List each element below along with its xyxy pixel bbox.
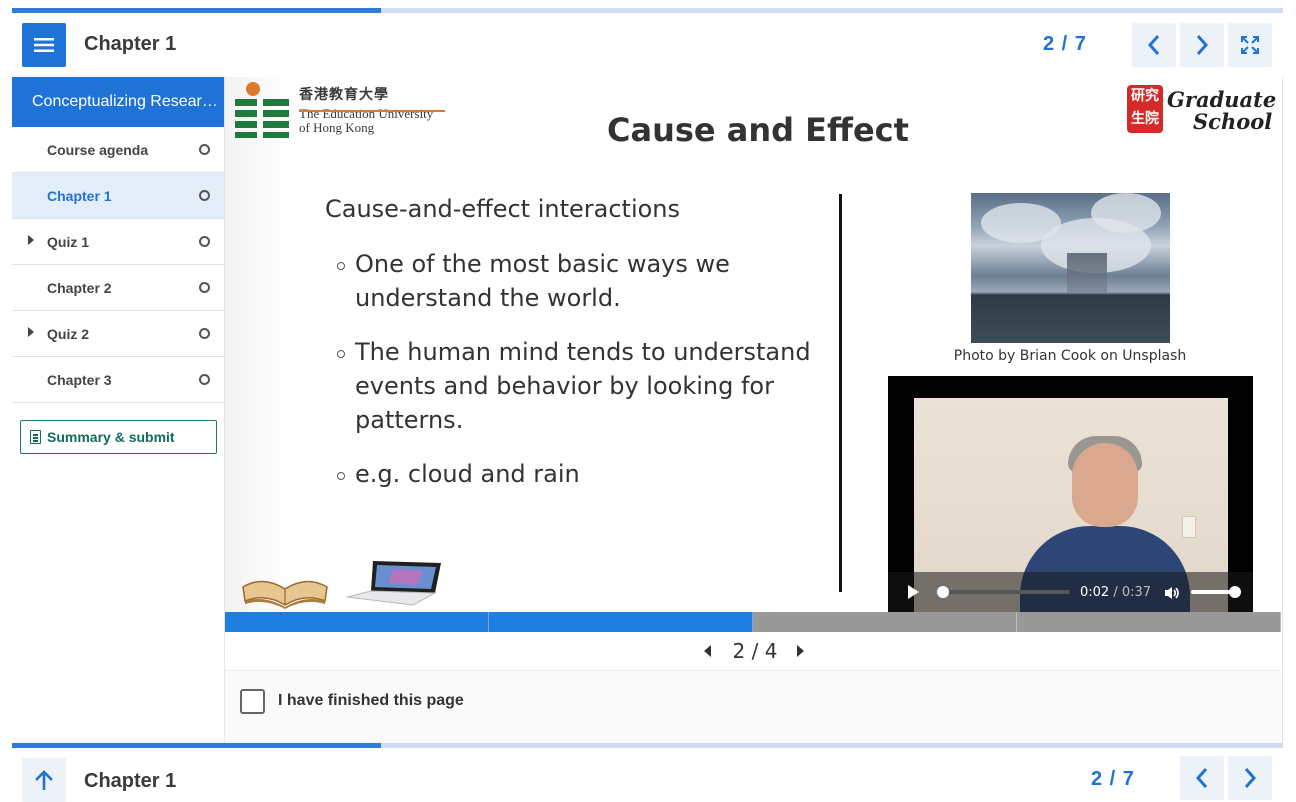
- eduhk-name-en-2: of Hong Kong: [299, 120, 375, 135]
- slide-progress-segment[interactable]: [1017, 612, 1281, 632]
- status-circle-icon: [199, 328, 210, 339]
- sidebar-item[interactable]: Quiz 1: [12, 219, 224, 265]
- next-slide-button[interactable]: [797, 645, 804, 657]
- summary-submit-button[interactable]: Summary & submit: [20, 420, 217, 454]
- footer-previous-page-button[interactable]: [1180, 756, 1224, 800]
- sidebar-item-label: Course agenda: [47, 142, 149, 158]
- course-title[interactable]: Conceptualizing Resear…: [12, 77, 224, 127]
- graduate-school-logo: 研究 生院 Graduate School: [1125, 83, 1276, 135]
- top-header: Chapter 1 2 / 7: [12, 13, 1283, 77]
- bullet-text: e.g. cloud and rain: [355, 460, 580, 488]
- sidebar-item-label: Chapter 3: [47, 372, 112, 388]
- status-circle-icon: [199, 374, 210, 385]
- graduate-line-2: School: [1193, 109, 1273, 134]
- bullet-circle-icon: [337, 472, 345, 480]
- footer-title: Chapter 1: [84, 770, 177, 792]
- sidebar-list: Course agenda Chapter 1 Quiz 1 Chapter 2 Qui…: [12, 127, 224, 403]
- sidebar-item[interactable]: Course agenda: [12, 127, 224, 173]
- bullet-item: e.g. cloud and rain: [337, 457, 817, 491]
- arrow-up-icon: [35, 770, 53, 790]
- slide-progress-bar: [225, 612, 1281, 632]
- scroll-top-button[interactable]: [22, 758, 66, 802]
- status-circle-icon: [199, 236, 210, 247]
- menu-button[interactable]: [22, 23, 66, 67]
- graduate-seal: 研究 生院: [1127, 85, 1163, 133]
- duration: 0:37: [1121, 585, 1152, 600]
- bullet-item: The human mind tends to understand event…: [337, 335, 817, 437]
- page-title: Chapter 1: [84, 33, 177, 55]
- document-icon: [30, 430, 41, 444]
- column-divider: [839, 194, 842, 592]
- open-book-image: [242, 580, 328, 609]
- chevron-right-icon: [1244, 768, 1257, 788]
- sidebar-item-label: Chapter 2: [47, 280, 112, 296]
- bullet-circle-icon: [337, 350, 345, 358]
- laptop-image: [346, 561, 441, 606]
- slide-lead: Cause-and-effect interactions: [325, 195, 681, 223]
- footer-next-page-button[interactable]: [1228, 756, 1272, 800]
- volume-icon[interactable]: [1164, 586, 1180, 600]
- slide-progress-segment[interactable]: [753, 612, 1017, 632]
- previous-page-button[interactable]: [1132, 23, 1176, 67]
- graduate-line-1: Graduate: [1167, 87, 1277, 112]
- sidebar-item-label: Chapter 1: [47, 188, 112, 204]
- slide-progress-segment[interactable]: [489, 612, 753, 632]
- sidebar-item[interactable]: Chapter 1: [12, 173, 224, 219]
- finish-row: I have finished this page: [225, 670, 1281, 743]
- eduhk-emblem: [235, 82, 289, 138]
- page-counter: 2 / 7: [1043, 33, 1087, 55]
- fullscreen-icon: [1241, 36, 1259, 54]
- bullet-text: One of the most basic ways we understand…: [355, 250, 730, 312]
- slide-canvas: 香港教育大學 The Education University of Hong …: [225, 77, 1281, 612]
- sidebar-item[interactable]: Chapter 2: [12, 265, 224, 311]
- sidebar-item-label: Quiz 1: [47, 234, 90, 250]
- video-time: 0:02 / 0:37: [1080, 585, 1151, 600]
- bullet-list: One of the most basic ways we understand…: [337, 247, 817, 511]
- course-sidebar: Conceptualizing Resear… Course agenda Cha…: [12, 77, 225, 743]
- sidebar-item[interactable]: Quiz 2: [12, 311, 224, 357]
- sidebar-item-label: Quiz 2: [47, 326, 90, 342]
- volume-handle[interactable]: [1229, 586, 1241, 598]
- eduhk-name-zh: 香港教育大學: [299, 88, 389, 103]
- next-page-button[interactable]: [1180, 23, 1224, 67]
- caret-right-icon[interactable]: [28, 327, 34, 337]
- chevron-left-icon: [1147, 35, 1160, 55]
- photo-caption: Photo by Brian Cook on Unsplash: [953, 348, 1187, 364]
- video-player[interactable]: 0:02 / 0:37: [888, 376, 1253, 612]
- caret-right-icon[interactable]: [28, 235, 34, 245]
- seek-handle[interactable]: [936, 586, 949, 598]
- video-seek-bar[interactable]: [936, 590, 1070, 594]
- slide-pager: 2 / 4: [700, 638, 810, 663]
- footer-page-counter: 2 / 7: [1091, 768, 1135, 790]
- status-circle-icon: [199, 282, 210, 293]
- previous-slide-button[interactable]: [704, 645, 711, 657]
- slide-progress-segment[interactable]: [225, 612, 489, 632]
- bottom-footer: Chapter 1 2 / 7: [12, 748, 1283, 802]
- bullet-circle-icon: [337, 262, 345, 270]
- menu-icon: [34, 38, 54, 52]
- cloud-rain-photo: [971, 193, 1170, 343]
- current-time: 0:02: [1080, 585, 1110, 600]
- eduhk-rule: [299, 110, 445, 112]
- fullscreen-button[interactable]: [1228, 23, 1272, 67]
- summary-submit-label: Summary & submit: [47, 429, 175, 445]
- bullet-text: The human mind tends to understand event…: [355, 338, 811, 434]
- eduhk-logo: 香港教育大學 The Education University of Hong …: [233, 81, 445, 141]
- sidebar-item[interactable]: Chapter 3: [12, 357, 224, 403]
- eduhk-wordmark: 香港教育大學 The Education University of Hong …: [299, 89, 433, 135]
- status-circle-icon: [199, 144, 210, 155]
- slide-counter: 2 / 4: [732, 639, 778, 663]
- status-circle-icon: [199, 190, 210, 201]
- play-icon[interactable]: [908, 585, 919, 599]
- video-controls: 0:02 / 0:37: [888, 572, 1253, 612]
- time-separator: /: [1113, 585, 1118, 600]
- chevron-left-icon: [1195, 768, 1208, 788]
- finished-label[interactable]: I have finished this page: [278, 692, 464, 710]
- slide-title: Cause and Effect: [607, 111, 909, 149]
- finished-checkbox[interactable]: [240, 689, 265, 714]
- chevron-right-icon: [1196, 35, 1209, 55]
- bullet-item: One of the most basic ways we understand…: [337, 247, 817, 315]
- graduate-school-wordmark: Graduate School: [1167, 89, 1276, 133]
